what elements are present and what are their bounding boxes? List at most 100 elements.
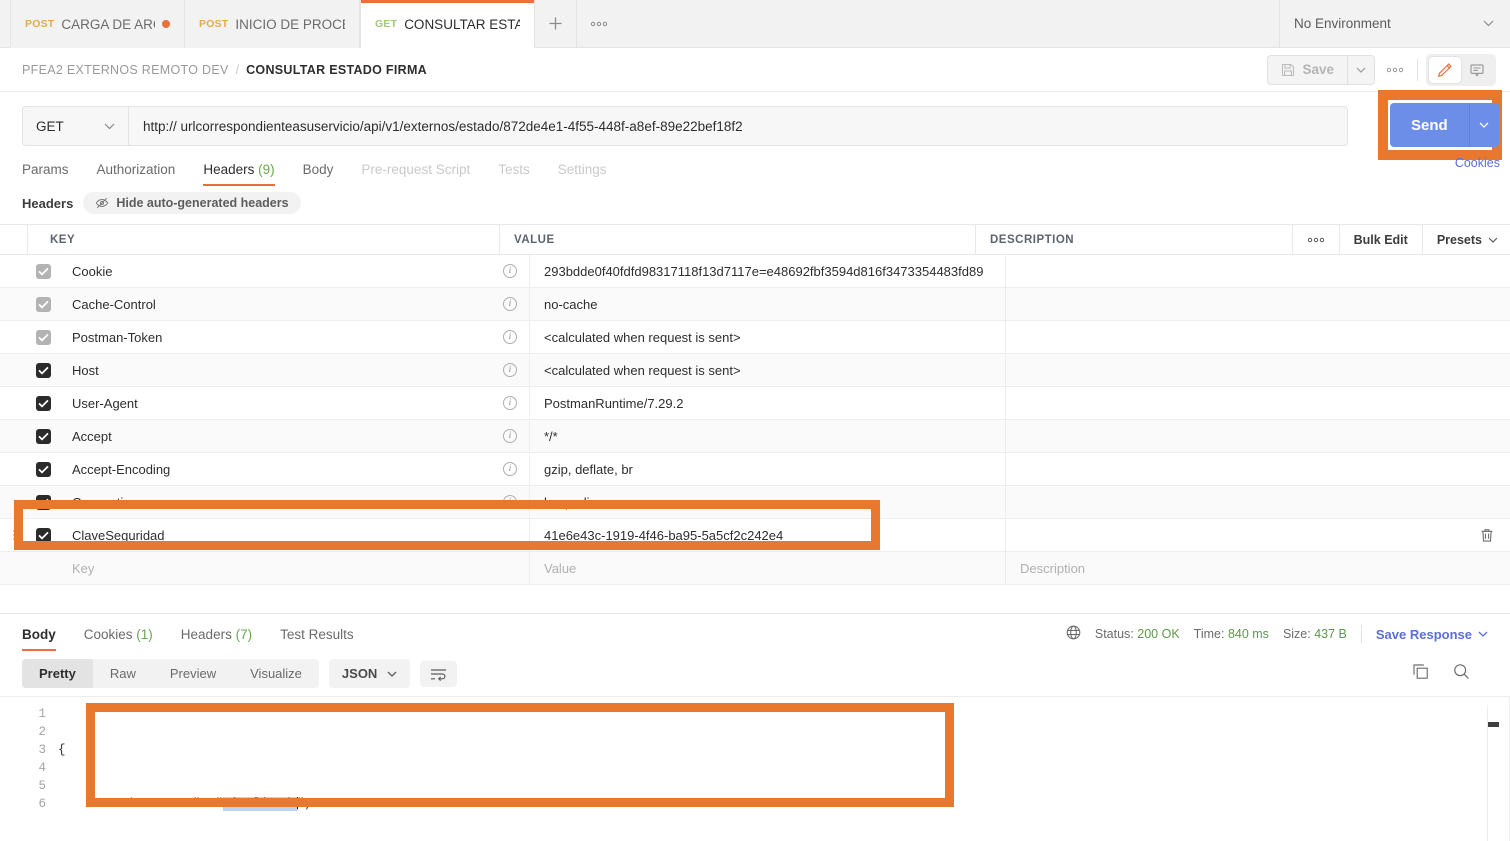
header-key-cell[interactable]: Connection i	[58, 486, 530, 518]
cookies-link[interactable]: Cookies	[1455, 156, 1500, 170]
info-icon[interactable]: i	[503, 363, 517, 377]
info-icon[interactable]: i	[503, 396, 517, 410]
table-row[interactable]: Cache-Control i no-cache	[0, 288, 1510, 321]
comments-button[interactable]	[1461, 57, 1493, 83]
info-icon[interactable]: i	[503, 264, 517, 278]
table-row[interactable]: Postman-Token i <calculated when request…	[0, 321, 1510, 354]
row-enable-checkbox[interactable]	[28, 387, 58, 419]
new-tab-button[interactable]	[535, 0, 577, 47]
row-enable-checkbox[interactable]	[28, 552, 58, 584]
table-row[interactable]: Accept i */*	[0, 420, 1510, 453]
header-key-cell[interactable]: Cookie i	[58, 255, 530, 287]
tab-settings[interactable]: Settings	[544, 162, 621, 186]
tab-pre-request-script[interactable]: Pre-request Script	[347, 162, 484, 186]
row-drag-handle[interactable]	[0, 321, 28, 353]
response-format-selector[interactable]: JSON	[328, 659, 411, 688]
headers-more-options-button[interactable]	[1293, 224, 1340, 255]
row-enable-checkbox[interactable]	[28, 420, 58, 452]
row-drag-handle[interactable]	[0, 354, 28, 386]
presets-button[interactable]: Presets	[1423, 225, 1510, 255]
new-header-value-input[interactable]: Value	[530, 552, 1006, 584]
new-header-description-input[interactable]: Description	[1006, 552, 1510, 584]
table-row[interactable]: Host i <calculated when request is sent>	[0, 354, 1510, 387]
row-enable-checkbox[interactable]	[28, 486, 58, 518]
code-content[interactable]: { "estadoProceso": "Finalizado", "nombre…	[58, 705, 366, 841]
response-tab-headers[interactable]: Headers (7)	[167, 617, 266, 651]
row-enable-checkbox[interactable]	[28, 519, 58, 551]
http-method-selector[interactable]: GET	[22, 106, 128, 146]
row-enable-checkbox[interactable]	[28, 354, 58, 386]
edit-request-button[interactable]	[1429, 56, 1461, 83]
header-key-cell[interactable]: Accept-Encoding i	[58, 453, 530, 485]
header-description-cell[interactable]	[1006, 486, 1510, 518]
environment-selector[interactable]: No Environment	[1280, 0, 1510, 47]
header-description-cell[interactable]	[1006, 321, 1510, 353]
delete-row-button[interactable]	[1480, 528, 1510, 543]
header-description-cell[interactable]	[1006, 354, 1510, 386]
request-tab-inicio-de-proceso[interactable]: POST INICIO DE PROCESO	[185, 0, 360, 48]
search-response-button[interactable]	[1453, 663, 1470, 685]
info-icon[interactable]: i	[503, 495, 517, 509]
view-mode-visualize[interactable]: Visualize	[233, 659, 319, 688]
request-more-actions-button[interactable]	[1375, 55, 1415, 85]
row-enable-checkbox[interactable]	[28, 321, 58, 353]
view-mode-preview[interactable]: Preview	[153, 659, 233, 688]
row-enable-checkbox[interactable]	[28, 288, 58, 320]
tab-tests[interactable]: Tests	[484, 162, 544, 186]
view-mode-pretty[interactable]: Pretty	[22, 659, 93, 688]
table-row[interactable]: Accept-Encoding i gzip, deflate, br	[0, 453, 1510, 486]
hide-auto-generated-headers-button[interactable]: Hide auto-generated headers	[83, 192, 301, 214]
header-description-cell[interactable]	[1006, 519, 1510, 551]
row-drag-handle[interactable]	[0, 486, 28, 518]
bulk-edit-button[interactable]: Bulk Edit	[1340, 224, 1423, 255]
row-drag-handle[interactable]	[0, 255, 28, 287]
table-row[interactable]: User-Agent i PostmanRuntime/7.29.2	[0, 387, 1510, 420]
response-body-viewer[interactable]: 1 2 3 4 5 6 { "estadoProceso": "Finaliza…	[0, 696, 1510, 841]
row-drag-handle[interactable]	[0, 288, 28, 320]
tab-params[interactable]: Params	[22, 162, 83, 186]
header-description-cell[interactable]	[1006, 453, 1510, 485]
tab-options-button[interactable]	[577, 0, 621, 47]
send-options-button[interactable]	[1468, 103, 1499, 147]
info-icon[interactable]: i	[503, 429, 517, 443]
breadcrumb-collection[interactable]: PFEA2 EXTERNOS REMOTO DEV	[22, 63, 229, 77]
header-key-cell[interactable]: User-Agent i	[58, 387, 530, 419]
row-drag-handle[interactable]	[0, 387, 28, 419]
table-row-clave-seguridad[interactable]: ClaveSeguridad 41e6e43c-1919-4f46-ba95-5…	[0, 519, 1510, 552]
row-drag-handle[interactable]	[0, 453, 28, 485]
row-enable-checkbox[interactable]	[28, 453, 58, 485]
header-value-cell[interactable]: keep-alive	[530, 486, 1006, 518]
table-row[interactable]: Connection i keep-alive	[0, 486, 1510, 519]
header-key-cell[interactable]: Postman-Token i	[58, 321, 530, 353]
header-value-cell[interactable]: no-cache	[530, 288, 1006, 320]
save-response-button[interactable]: Save Response	[1376, 627, 1488, 642]
send-button[interactable]: Send	[1390, 103, 1469, 147]
url-input[interactable]: http:// urlcorrespondienteasuservicio/ap…	[128, 106, 1348, 146]
copy-response-button[interactable]	[1412, 663, 1429, 685]
wrap-lines-button[interactable]	[420, 660, 458, 687]
tab-headers[interactable]: Headers (9)	[189, 162, 288, 186]
row-drag-handle[interactable]	[0, 519, 28, 551]
header-description-cell[interactable]	[1006, 420, 1510, 452]
header-key-cell[interactable]: Accept i	[58, 420, 530, 452]
header-description-cell[interactable]	[1006, 288, 1510, 320]
header-description-cell[interactable]	[1006, 387, 1510, 419]
row-drag-handle[interactable]	[0, 420, 28, 452]
header-key-cell[interactable]: Cache-Control i	[58, 288, 530, 320]
header-value-cell[interactable]: 293bdde0f40fdfd98317118f13d7117e=e48692f…	[530, 255, 1006, 287]
request-tab-consultar-estado-firma[interactable]: GET CONSULTAR ESTADO FIR	[360, 0, 535, 48]
response-tab-cookies[interactable]: Cookies (1)	[70, 617, 167, 651]
scrollbar-thumb[interactable]	[1488, 722, 1499, 727]
header-value-cell[interactable]: <calculated when request is sent>	[530, 321, 1006, 353]
table-row[interactable]: Cookie i 293bdde0f40fdfd98317118f13d7117…	[0, 255, 1510, 288]
new-header-placeholder-row[interactable]: Key Value Description	[0, 552, 1510, 585]
header-value-cell[interactable]: <calculated when request is sent>	[530, 354, 1006, 386]
save-button[interactable]: Save	[1267, 54, 1347, 85]
header-value-cell[interactable]: gzip, deflate, br	[530, 453, 1006, 485]
response-tab-body[interactable]: Body	[22, 617, 70, 651]
view-mode-raw[interactable]: Raw	[93, 659, 153, 688]
header-key-cell[interactable]: Host i	[58, 354, 530, 386]
header-value-cell[interactable]: 41e6e43c-1919-4f46-ba95-5a5cf2c242e4	[530, 519, 1006, 551]
info-icon[interactable]: i	[503, 330, 517, 344]
response-body-scrollbar[interactable]	[1487, 705, 1499, 841]
